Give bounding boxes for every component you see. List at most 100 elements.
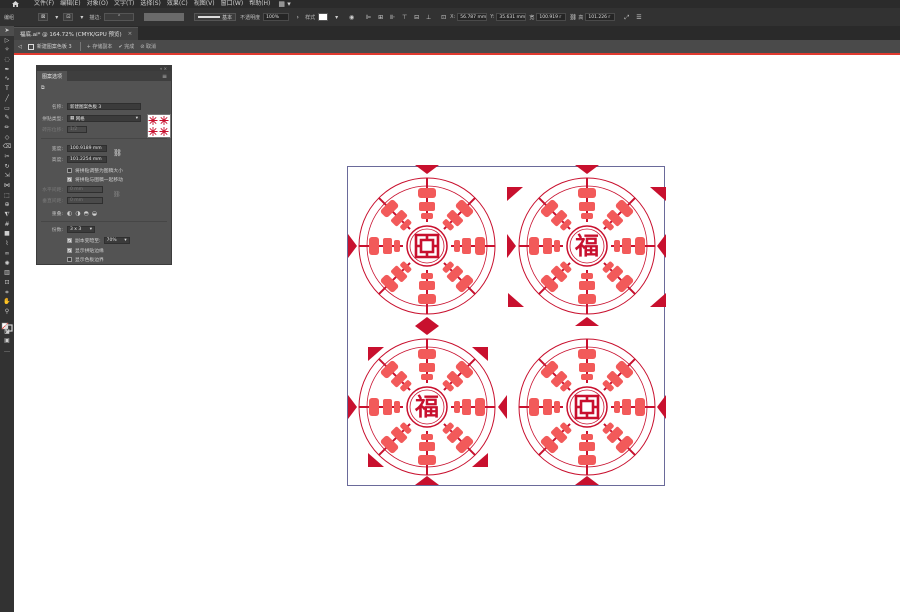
panel-menu-icon[interactable]: ≡ bbox=[162, 73, 167, 80]
resize-tile-row[interactable]: 将拼贴调整为图稿大小 bbox=[67, 167, 123, 174]
opacity-label[interactable]: 不透明度 bbox=[240, 14, 260, 21]
tile-tool-icon[interactable]: ⧉ bbox=[41, 85, 44, 91]
rectangle-tool-icon[interactable]: ▭ bbox=[0, 104, 14, 114]
scissors-icon[interactable]: ✂ bbox=[0, 152, 14, 162]
save-copy-button[interactable]: + 存储副本 bbox=[87, 43, 113, 50]
align-center-icon[interactable]: ⊞ bbox=[377, 14, 384, 21]
rotate-icon[interactable]: ↻ bbox=[0, 162, 14, 172]
opacity-field[interactable]: 100% bbox=[263, 13, 290, 21]
chevron-down-icon[interactable]: ▾ bbox=[53, 14, 60, 21]
menu-object[interactable]: 对象(O) bbox=[87, 0, 108, 8]
chevron-right-icon[interactable]: › bbox=[294, 14, 301, 21]
direct-selection-tool-icon[interactable]: ▷ bbox=[0, 36, 14, 46]
perspective-icon[interactable]: ⧨ bbox=[0, 210, 14, 220]
back-arrow-icon[interactable]: ◁ bbox=[18, 44, 22, 50]
pencil-icon[interactable]: ✏ bbox=[0, 123, 14, 133]
align-left-icon[interactable]: ⊫ bbox=[365, 14, 372, 21]
close-icon[interactable]: × bbox=[128, 31, 133, 37]
variable-width-profile[interactable] bbox=[144, 13, 185, 21]
selection-tool-icon[interactable]: ➤ bbox=[0, 26, 14, 36]
eyedropper-icon[interactable]: ⌇ bbox=[0, 239, 14, 249]
lasso-icon[interactable]: ◌ bbox=[0, 55, 14, 65]
done-button[interactable]: ✔ 完成 bbox=[118, 43, 134, 50]
line-tool-icon[interactable]: ╱ bbox=[0, 94, 14, 104]
stroke-color-icon[interactable]: ⊡ bbox=[63, 13, 74, 21]
artboard-icon[interactable]: ⊡ bbox=[0, 278, 14, 288]
overlap-left-icon[interactable]: ◐ bbox=[67, 210, 72, 217]
graphic-style-swatch[interactable] bbox=[318, 13, 329, 21]
align-right-icon[interactable]: ⊪ bbox=[389, 14, 396, 21]
overlap-bottom-icon[interactable]: ◒ bbox=[92, 210, 97, 217]
move-tile-checkbox[interactable]: ✓ bbox=[67, 177, 72, 182]
mesh-icon[interactable]: # bbox=[0, 220, 14, 230]
type-tool-icon[interactable]: T bbox=[0, 84, 14, 94]
dim-copies-checkbox[interactable]: ✓ bbox=[67, 238, 72, 243]
free-transform-icon[interactable]: ⬚ bbox=[0, 191, 14, 201]
height-field[interactable]: 101.226 r bbox=[585, 13, 616, 21]
curvature-icon[interactable]: ∿ bbox=[0, 74, 14, 84]
move-tile-row[interactable]: ✓ 将拼贴与图稿一起移动 bbox=[67, 176, 123, 183]
workspace-switcher-icon[interactable]: ▦ ▾ bbox=[278, 0, 290, 8]
shape-builder-icon[interactable]: ⊕ bbox=[0, 200, 14, 210]
align-middle-icon[interactable]: ⊟ bbox=[413, 14, 420, 21]
slice-icon[interactable]: ⌗ bbox=[0, 288, 14, 298]
link-icon[interactable]: ⛓ bbox=[113, 149, 122, 157]
height-field[interactable]: 101.2254 mm bbox=[67, 156, 107, 163]
menu-help[interactable]: 帮助(H) bbox=[249, 0, 270, 8]
pen-tool-icon[interactable]: ✒ bbox=[0, 65, 14, 75]
zoom-icon[interactable]: ⚲ bbox=[0, 307, 14, 317]
width-icon[interactable]: ⋈ bbox=[0, 181, 14, 191]
column-graph-icon[interactable]: ▥ bbox=[0, 268, 14, 278]
cancel-button[interactable]: ⊘ 取消 bbox=[140, 43, 156, 50]
transform-icon[interactable]: ⤢ bbox=[623, 14, 630, 21]
document-tab[interactable]: 福底.ai* @ 164.72% (CMYK/GPU 预览) × bbox=[14, 27, 139, 40]
screen-mode-icon[interactable]: ▣ bbox=[0, 336, 14, 346]
symbol-sprayer-icon[interactable]: ✺ bbox=[0, 259, 14, 269]
resize-tile-checkbox[interactable] bbox=[67, 168, 72, 173]
menu-window[interactable]: 窗口(W) bbox=[221, 0, 244, 8]
reference-point-icon[interactable]: ⊡ bbox=[440, 14, 447, 21]
breadcrumb[interactable]: 新建图案色板 3 bbox=[27, 43, 72, 50]
chevron-down-icon[interactable]: ▾ bbox=[333, 14, 340, 21]
collapse-icon[interactable]: « bbox=[160, 66, 162, 71]
brush-definition-dropdown[interactable]: 基本 bbox=[194, 13, 237, 21]
fill-stroke-chips[interactable] bbox=[0, 317, 14, 332]
blend-icon[interactable]: ∞ bbox=[0, 249, 14, 259]
show-tile-edge-row[interactable]: ✓ 显示拼贴边缘 bbox=[67, 247, 104, 254]
home-icon[interactable] bbox=[10, 0, 20, 8]
copies-select[interactable]: 3 x 3 ▾ bbox=[67, 226, 95, 233]
pattern-artwork[interactable]: 福福 bbox=[348, 165, 666, 487]
eraser-icon[interactable]: ⌫ bbox=[0, 142, 14, 152]
link-icon[interactable]: ⛓ bbox=[569, 14, 577, 21]
y-field[interactable]: 35.631 mm bbox=[496, 13, 527, 21]
dim-copies-select[interactable]: 70% ▾ bbox=[103, 237, 130, 244]
menu-file[interactable]: 文件(F) bbox=[34, 0, 54, 8]
align-bottom-icon[interactable]: ⊥ bbox=[425, 14, 432, 21]
h-spacing-field[interactable]: 0 mm bbox=[67, 186, 103, 193]
width-field[interactable]: 100.9189 mm bbox=[67, 145, 107, 152]
menu-effect[interactable]: 效果(C) bbox=[167, 0, 188, 8]
show-tile-edge-checkbox[interactable]: ✓ bbox=[67, 248, 72, 253]
align-top-icon[interactable]: ⊤ bbox=[401, 14, 408, 21]
paintbrush-icon[interactable]: ✎ bbox=[0, 113, 14, 123]
stroke-weight-field[interactable]: ⌃ bbox=[104, 13, 135, 21]
more-options-icon[interactable]: ☰ bbox=[635, 14, 642, 21]
dim-copies-row[interactable]: ✓ 副本变暗至: 70% ▾ bbox=[67, 237, 130, 244]
menu-type[interactable]: 文字(T) bbox=[114, 0, 134, 8]
fill-color-icon[interactable]: ⊠ bbox=[38, 13, 49, 21]
width-field[interactable]: 100.919 r bbox=[536, 13, 567, 21]
name-field[interactable]: 新建图案色板 3 bbox=[67, 103, 141, 110]
magic-wand-icon[interactable]: ✧ bbox=[0, 45, 14, 55]
show-swatch-bounds-checkbox[interactable] bbox=[67, 257, 72, 262]
show-swatch-bounds-row[interactable]: 显示色板边界 bbox=[67, 256, 104, 263]
tile-type-select[interactable]: ▦ 网格 ▾ bbox=[67, 115, 141, 122]
x-field[interactable]: 56.787 mm bbox=[457, 13, 488, 21]
v-spacing-field[interactable]: 0 mm bbox=[67, 197, 103, 204]
panel-tab-pattern-options[interactable]: 图案选项 bbox=[37, 71, 68, 81]
spacing-link-icon[interactable]: ⛓ bbox=[113, 191, 121, 198]
pattern-tile[interactable]: 福福 bbox=[347, 165, 666, 487]
menu-edit[interactable]: 编辑(E) bbox=[60, 0, 80, 8]
menu-view[interactable]: 视图(V) bbox=[194, 0, 215, 8]
chevron-down-icon[interactable]: ▾ bbox=[78, 14, 85, 21]
shaper-icon[interactable]: ◇ bbox=[0, 133, 14, 143]
